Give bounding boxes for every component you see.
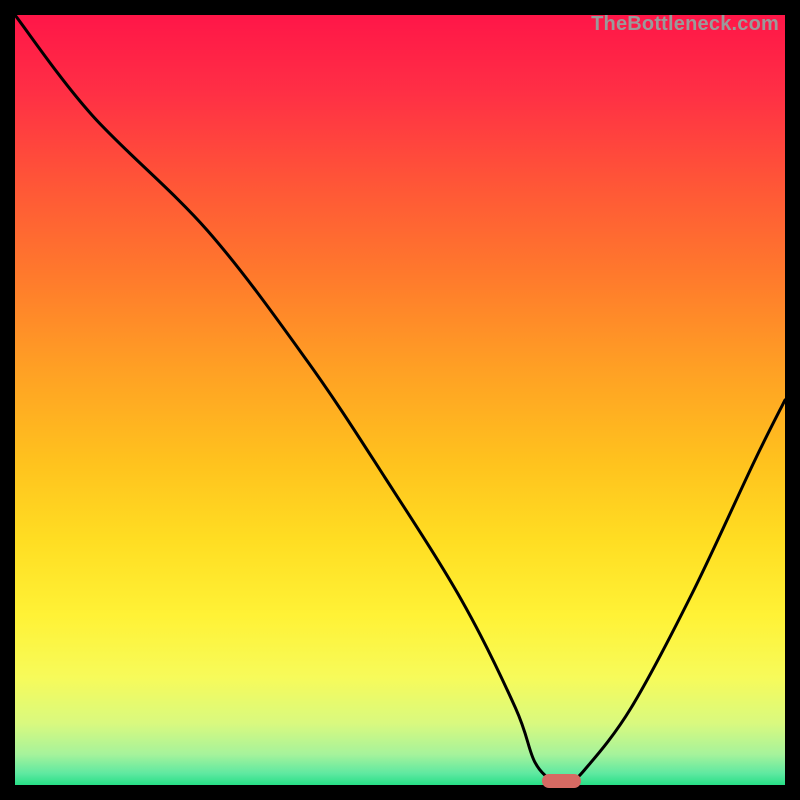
watermark: TheBottleneck.com: [591, 13, 779, 36]
chart-frame: TheBottleneck.com: [15, 15, 785, 785]
optimal-marker: [542, 774, 581, 788]
bottleneck-curve: [15, 15, 785, 785]
